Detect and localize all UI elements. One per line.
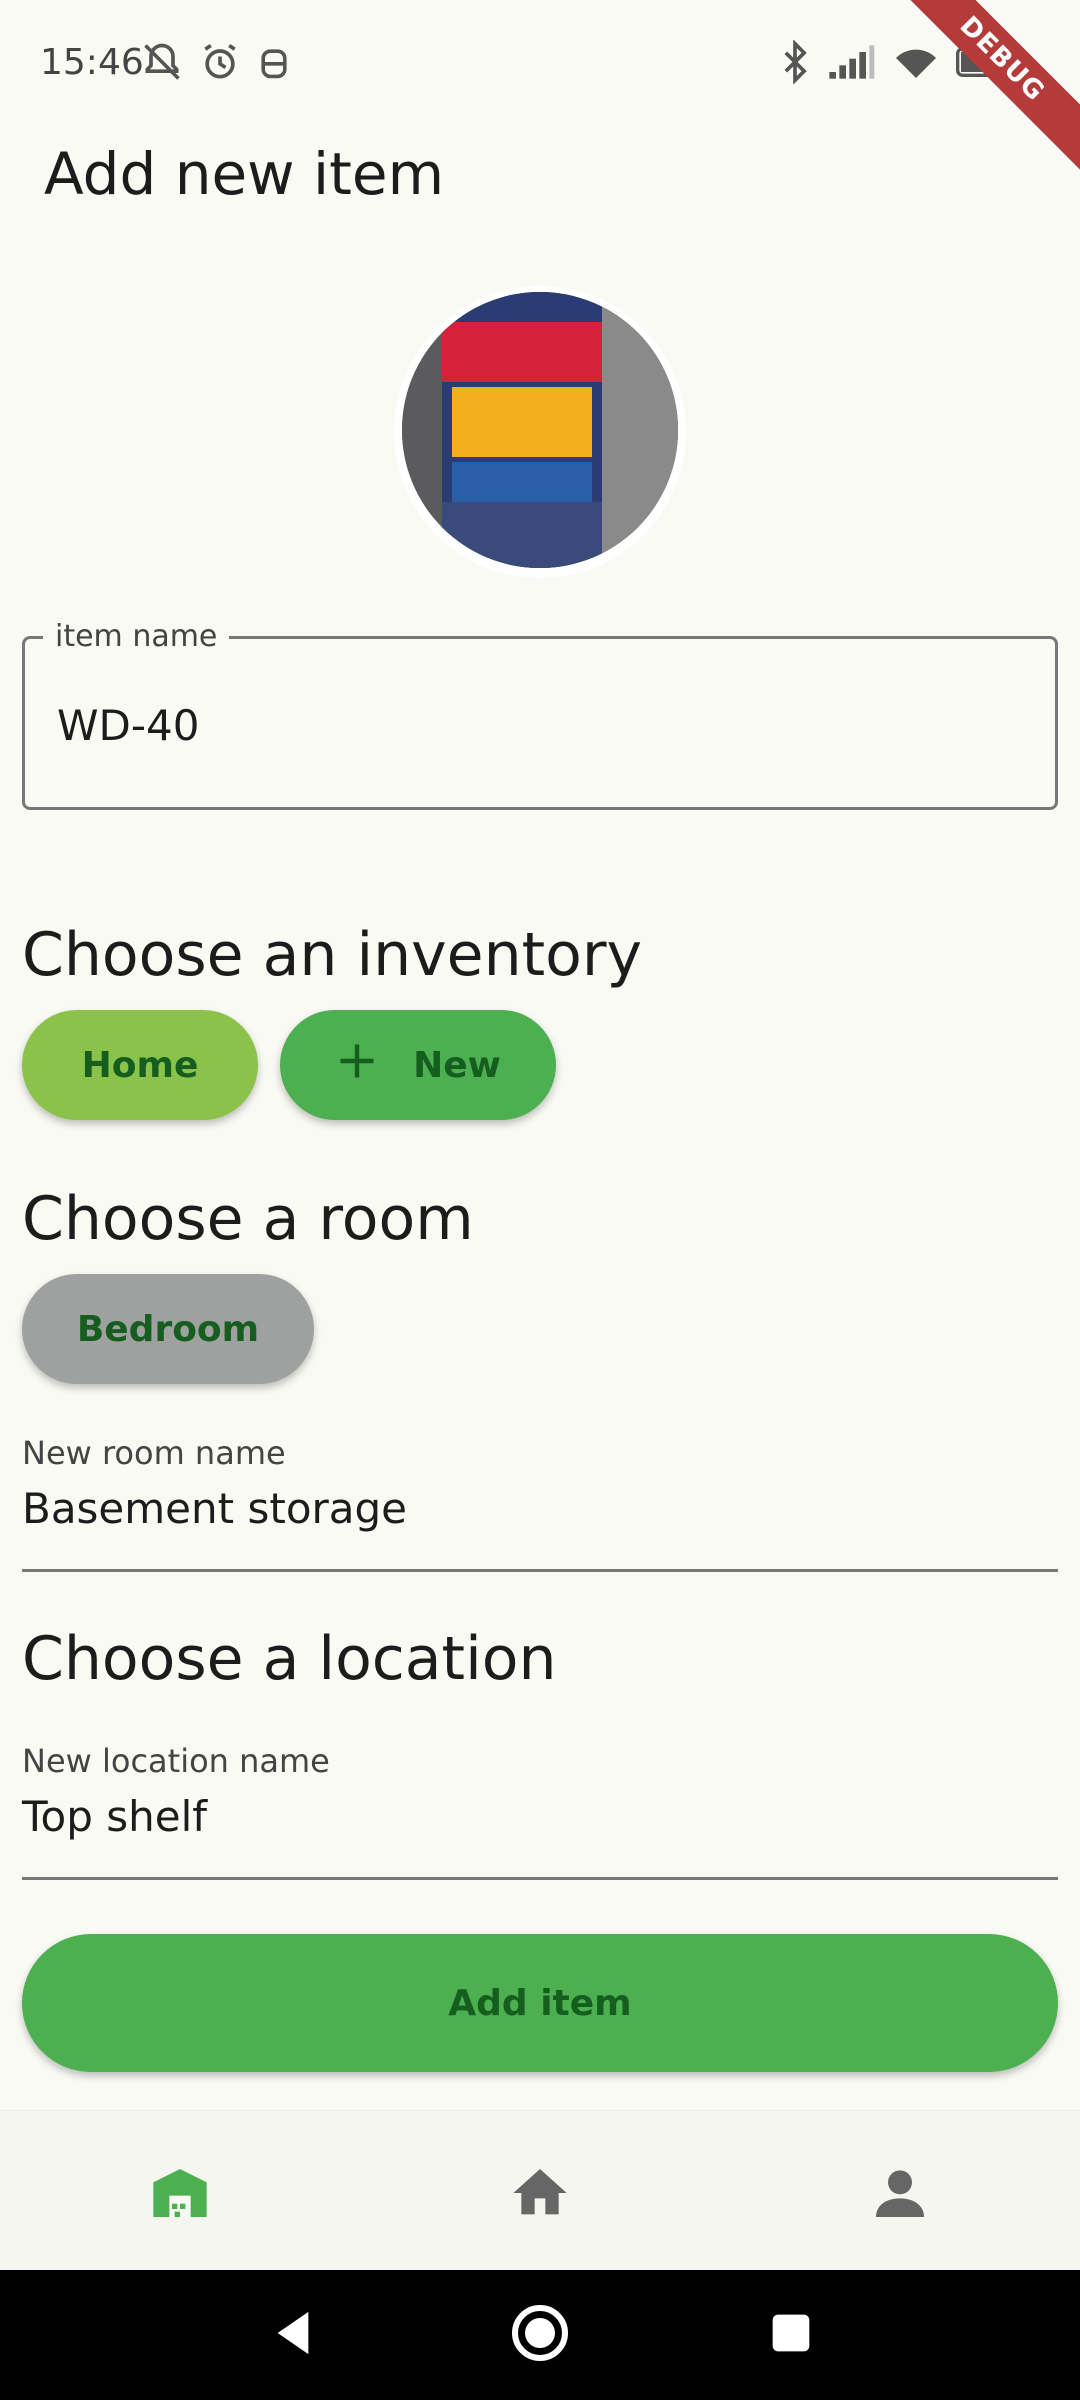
wifi-icon (892, 42, 940, 82)
room-section-title: Choose a room (22, 1184, 474, 1254)
new-room-field[interactable]: New room name Basement storage (22, 1434, 1058, 1572)
nav-profile[interactable] (860, 2155, 940, 2235)
signal-icon (826, 42, 876, 82)
new-location-value[interactable]: Top shelf (22, 1792, 1058, 1841)
recents-icon (769, 2311, 813, 2359)
location-section-title: Choose a location (22, 1624, 557, 1694)
nav-warehouse[interactable] (140, 2155, 220, 2235)
new-location-field[interactable]: New location name Top shelf (22, 1742, 1058, 1880)
alarm-icon (198, 40, 242, 84)
android-debug-icon (256, 40, 292, 84)
item-photo[interactable] (402, 292, 678, 568)
status-bar: 15:46 44 (0, 0, 1080, 128)
person-icon (868, 2161, 932, 2229)
status-time: 15:46 (40, 42, 144, 83)
new-room-value[interactable]: Basement storage (22, 1484, 1058, 1533)
item-name-label: item name (43, 619, 230, 654)
new-inventory-button[interactable]: New (280, 1010, 556, 1120)
plus-icon (335, 1039, 379, 1092)
item-name-field[interactable]: item name WD-40 (22, 619, 1058, 810)
nav-home[interactable] (500, 2155, 580, 2235)
new-inventory-label: New (413, 1044, 501, 1086)
new-location-label: New location name (22, 1742, 330, 1780)
do-not-disturb-icon (140, 40, 184, 84)
home-icon (508, 2161, 572, 2229)
system-home-button[interactable] (505, 2300, 575, 2370)
bottom-navigation (0, 2110, 1080, 2270)
back-icon (270, 2308, 316, 2362)
room-chip-bedroom-label: Bedroom (76, 1308, 260, 1350)
home-circle-icon (510, 2303, 570, 2367)
warehouse-icon (148, 2161, 212, 2229)
add-item-button[interactable]: Add item (22, 1934, 1058, 2072)
back-button[interactable] (258, 2300, 328, 2370)
system-navigation-bar (0, 2270, 1080, 2400)
inventory-section-title: Choose an inventory (22, 920, 643, 990)
bluetooth-icon (780, 40, 810, 84)
item-name-value[interactable]: WD-40 (57, 701, 199, 750)
inventory-chip-home-label: Home (81, 1044, 199, 1086)
new-room-label: New room name (22, 1434, 286, 1472)
inventory-chip-home[interactable]: Home (22, 1010, 258, 1120)
page-title: Add new item (44, 140, 445, 208)
room-chip-bedroom[interactable]: Bedroom (22, 1274, 314, 1384)
recents-button[interactable] (756, 2300, 826, 2370)
